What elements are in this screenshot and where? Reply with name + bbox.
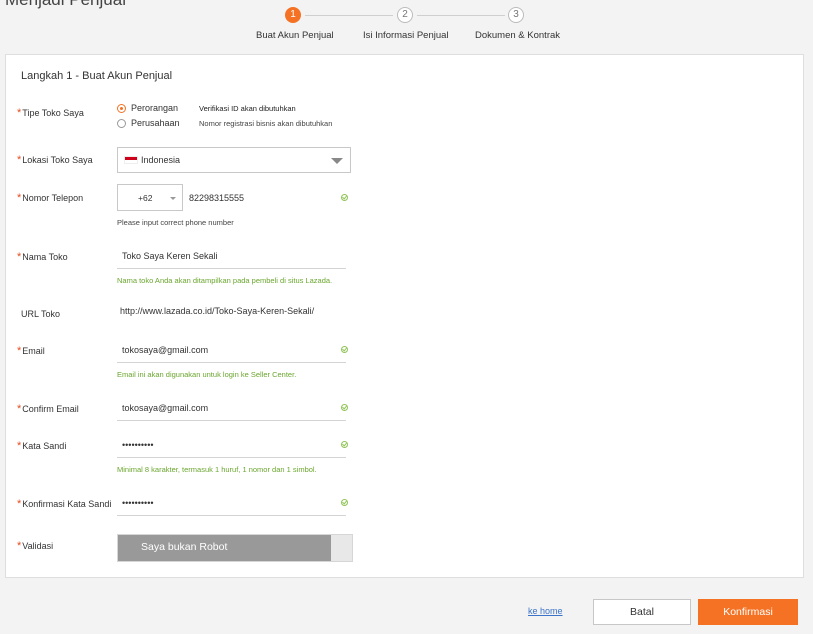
check-circle-icon <box>341 404 348 411</box>
step-1-circle: 1 <box>285 7 301 23</box>
store-url-value: http://www.lazada.co.id/Toko-Saya-Keren-… <box>120 306 315 316</box>
chevron-down-icon <box>170 197 176 200</box>
radio-unchecked-icon[interactable] <box>117 118 126 128</box>
store-type-label: *Tipe Toko Saya <box>17 107 84 119</box>
radio-checked-icon[interactable] <box>117 103 126 113</box>
location-select[interactable]: Indonesia <box>117 147 351 173</box>
step-connector <box>417 15 505 16</box>
store-name-hint: Nama toko Anda akan ditampilkan pada pem… <box>117 276 333 285</box>
step-2-label: Isi Informasi Penjual <box>363 30 449 41</box>
check-circle-icon <box>341 441 348 448</box>
confirm-password-label: *Konfirmasi Kata Sandi <box>17 498 112 510</box>
home-link[interactable]: ke home <box>528 606 563 616</box>
country-code-select[interactable]: +62 <box>117 184 183 211</box>
password-input[interactable]: •••••••••• <box>117 433 346 458</box>
stepper: 1 2 3 Buat Akun Penjual Isi Informasi Pe… <box>0 0 813 50</box>
step-2-circle: 2 <box>397 7 413 23</box>
password-label: *Kata Sandi <box>17 440 67 452</box>
indonesia-flag-icon <box>124 156 138 164</box>
confirm-email-label: *Confirm Email <box>17 403 79 415</box>
step-3-circle: 3 <box>508 7 524 23</box>
captcha-slider[interactable]: Saya bukan Robot <box>117 534 353 562</box>
step-3-label: Dokumen & Kontrak <box>475 30 561 41</box>
step-connector <box>305 15 393 16</box>
phone-input[interactable]: 82298315555 <box>189 193 244 203</box>
page-edge <box>804 54 813 634</box>
confirm-email-input[interactable]: tokosaya@gmail.com <box>117 396 346 421</box>
section-title: Langkah 1 - Buat Akun Penjual <box>21 70 173 82</box>
confirm-button[interactable]: Konfirmasi <box>698 599 798 625</box>
email-label: *Email <box>17 345 45 357</box>
cancel-button[interactable]: Batal <box>593 599 691 625</box>
chevron-down-icon <box>331 158 343 164</box>
store-name-input[interactable]: Toko Saya Keren Sekali <box>117 244 346 269</box>
store-url-label: URL Toko <box>21 309 61 319</box>
check-circle-icon <box>341 346 348 353</box>
check-circle-icon <box>341 499 348 506</box>
email-input[interactable]: tokosaya@gmail.com <box>117 338 346 363</box>
check-circle-icon <box>341 194 348 201</box>
form-card: Langkah 1 - Buat Akun Penjual *Tipe Toko… <box>5 54 804 578</box>
email-hint: Email ini akan digunakan untuk login ke … <box>117 370 297 379</box>
location-label: *Lokasi Toko Saya <box>17 154 93 166</box>
phone-hint: Please input correct phone number <box>117 218 234 227</box>
radio-perusahaan[interactable]: Perusahaan Nomor registrasi bisnis akan … <box>117 118 332 128</box>
password-hint: Minimal 8 karakter, termasuk 1 huruf, 1 … <box>117 465 317 474</box>
validation-label: *Validasi <box>17 540 54 552</box>
confirm-password-input[interactable]: •••••••••• <box>117 491 346 516</box>
step-1-label: Buat Akun Penjual <box>256 30 334 41</box>
phone-label: *Nomor Telepon <box>17 192 84 204</box>
radio-perorangan[interactable]: Perorangan Verifikasi ID akan dibutuhkan <box>117 103 296 113</box>
store-name-label: *Nama Toko <box>17 251 68 263</box>
